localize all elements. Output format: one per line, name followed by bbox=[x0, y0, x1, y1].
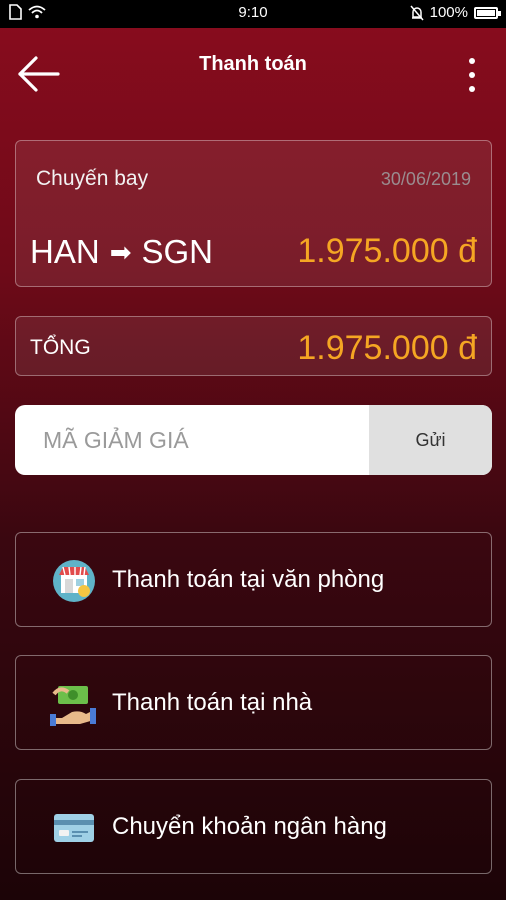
payment-option-home[interactable]: Thanh toán tại nhà bbox=[15, 655, 492, 750]
payment-option-office[interactable]: Thanh toán tại văn phòng bbox=[15, 532, 492, 627]
page-title: Thanh toán bbox=[199, 53, 307, 75]
flight-price: 1.975.000 đ bbox=[297, 232, 477, 270]
battery-percent: 100% bbox=[429, 4, 468, 21]
more-vert-icon bbox=[469, 58, 475, 64]
route-origin: HAN bbox=[30, 233, 100, 270]
status-right: 100% bbox=[410, 4, 501, 21]
promo-submit-button[interactable]: Gửi bbox=[369, 405, 492, 475]
total-price: 1.975.000 đ bbox=[297, 329, 477, 367]
cash-hand-icon bbox=[50, 686, 96, 726]
alarm-off-icon bbox=[410, 5, 424, 20]
payment-option-bank-transfer[interactable]: Chuyển khoản ngân hàng bbox=[15, 779, 492, 874]
payment-option-label: Thanh toán tại nhà bbox=[112, 689, 313, 716]
flight-route: HAN ➡ SGN bbox=[30, 233, 213, 271]
route-destination: SGN bbox=[141, 233, 213, 270]
store-icon bbox=[53, 560, 95, 602]
promo-code-input[interactable] bbox=[15, 405, 369, 475]
battery-icon bbox=[474, 6, 501, 19]
total-label: TỔNG bbox=[30, 336, 91, 359]
payment-option-label: Chuyển khoản ngân hàng bbox=[112, 813, 387, 840]
flight-date: 30/06/2019 bbox=[380, 169, 471, 189]
total-card: TỔNG 1.975.000 đ bbox=[15, 316, 492, 376]
flight-label: Chuyến bay bbox=[36, 167, 149, 190]
status-bar: 9:10 100% bbox=[0, 0, 506, 28]
bank-card-icon bbox=[54, 814, 94, 842]
payment-option-label: Thanh toán tại văn phòng bbox=[112, 566, 385, 593]
promo-code-box: Gửi bbox=[15, 405, 492, 475]
flight-summary-card: Chuyến bay 30/06/2019 HAN ➡ SGN 1.975.00… bbox=[15, 140, 492, 287]
app-bar: Thanh toán bbox=[0, 28, 506, 118]
route-arrow-icon: ➡ bbox=[109, 236, 132, 267]
more-options-button[interactable] bbox=[464, 58, 480, 92]
